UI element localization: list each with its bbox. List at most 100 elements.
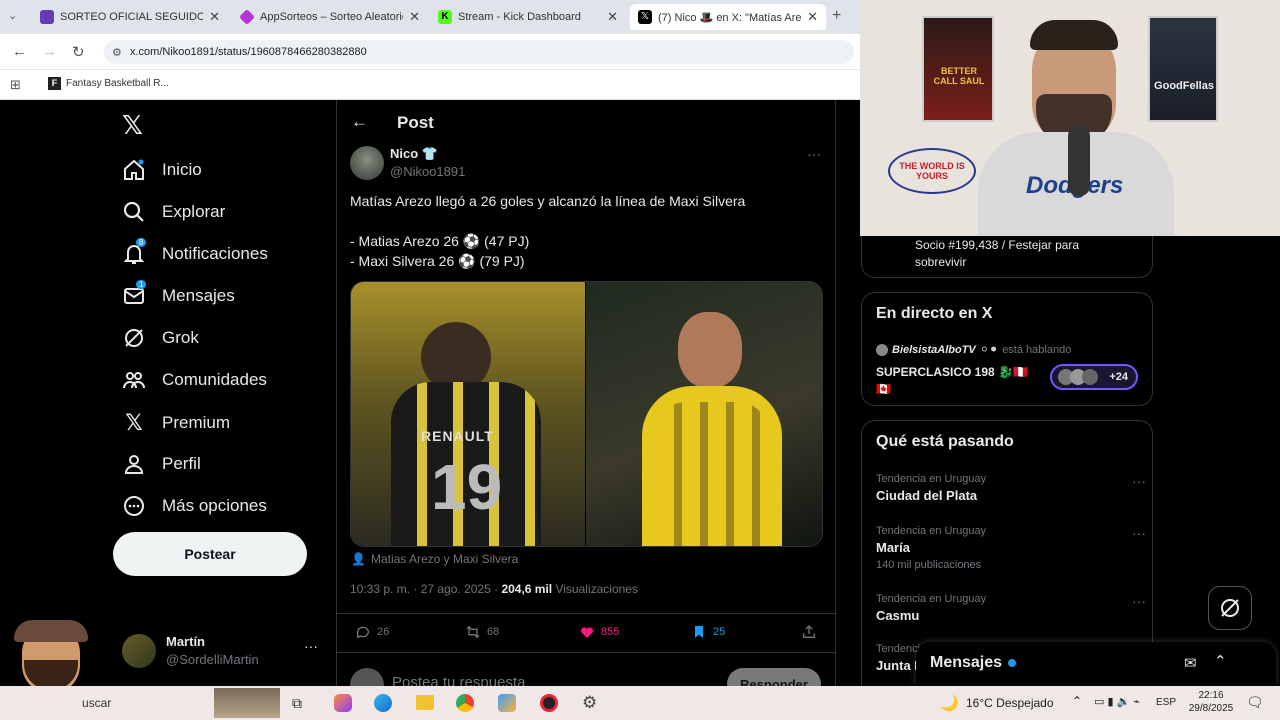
avatar <box>350 668 384 686</box>
url-field[interactable]: ⚙ x.com/Nikoo1891/status/196087846628038… <box>104 40 854 64</box>
post-image[interactable]: RENAULT 19 <box>350 281 823 547</box>
bookmark-button[interactable]: 25 <box>691 624 725 640</box>
profile-card: Socio #199,438 / Festejar para sobrevivi… <box>861 236 1153 278</box>
author-handle[interactable]: @Nikoo1891 <box>390 164 465 179</box>
heart-filled-icon <box>581 627 593 638</box>
grok-icon <box>1221 599 1239 617</box>
repost-button[interactable]: 68 <box>465 624 499 640</box>
grok-floating-button[interactable] <box>1208 586 1252 630</box>
x-logo-icon[interactable]: 𝕏 <box>122 110 143 141</box>
tab-list-icon[interactable]: ⌄ <box>8 9 17 22</box>
nav-item-explorar[interactable]: Explorar <box>122 200 225 224</box>
reply-input[interactable]: Postea tu respuesta <box>392 674 525 686</box>
close-icon[interactable]: ✕ <box>807 9 818 25</box>
taskbar-search[interactable]: uscar <box>82 696 111 710</box>
more-icon[interactable]: ··· <box>304 638 318 654</box>
clock[interactable]: 22:16 29/8/2025 <box>1186 689 1236 715</box>
like-button[interactable]: 855 <box>579 624 619 640</box>
weather-text[interactable]: 16°C Despejado <box>966 696 1054 710</box>
obs-icon[interactable] <box>540 694 558 712</box>
task-view-icon[interactable]: ⧉ <box>292 695 302 712</box>
post-timestamp[interactable]: 10:33 p. m. · 27 ago. 2025 · <box>350 582 501 596</box>
x-icon: 𝕏 <box>638 10 652 24</box>
nav-item-perfil[interactable]: Perfil <box>122 452 201 476</box>
bookmark-filled-icon <box>695 626 703 638</box>
home-icon <box>124 159 144 180</box>
fantasy-icon: F <box>48 77 61 90</box>
profile-bio: Socio #199,438 / Festejar para sobrevivi… <box>915 238 1080 269</box>
language-indicator[interactable]: ESP <box>1156 697 1176 708</box>
status-dots-icon: ⚪⚫ <box>979 344 999 356</box>
bookmarks-bar: ⊞ F Fantasy Basketball R... <box>0 70 860 100</box>
account-switcher[interactable]: Martín @SordelliMartin ··· <box>122 632 322 668</box>
nav-item-mensajes[interactable]: 1 Mensajes <box>122 280 235 308</box>
nav-item-mas-opciones[interactable]: Más opciones <box>122 494 267 518</box>
reload-icon[interactable]: ↻ <box>72 43 85 61</box>
author-avatar[interactable] <box>350 146 384 180</box>
close-icon[interactable]: ✕ <box>607 9 618 25</box>
app-icon[interactable] <box>498 694 516 712</box>
reply-submit-button[interactable]: Responder <box>727 668 821 686</box>
notification-center-icon[interactable]: 🗨 <box>1246 694 1264 711</box>
new-tab-icon[interactable]: + <box>832 7 841 25</box>
post-text-line: - Matias Arezo 26 ⚽ (47 PJ) <box>350 233 530 249</box>
post-text-line: Matías Arezo llegó a 26 goles y alcanzó … <box>350 193 746 209</box>
live-host-row[interactable]: BielsistaAlboTV ⚪⚫ está hablando <box>876 343 1071 356</box>
views-count: 204,6 mil <box>501 582 553 596</box>
more-icon[interactable]: ··· <box>1132 525 1146 541</box>
trends-title: Qué está pasando <box>876 433 1014 450</box>
tagged-people[interactable]: 👤 Matias Arezo y Maxi Silvera <box>351 552 518 566</box>
copilot-icon[interactable] <box>334 694 352 712</box>
post-text-line: - Maxi Silvera 26 ⚽ (79 PJ) <box>350 253 525 269</box>
weather-icon: 🌙 <box>940 695 959 712</box>
more-icon[interactable]: ··· <box>1132 473 1146 489</box>
nav-item-premium[interactable]: 𝕏 Premium <box>122 410 230 436</box>
new-message-icon[interactable]: ✉ <box>1184 654 1197 672</box>
author-name[interactable]: Nico 👕 <box>390 146 438 162</box>
share-button[interactable] <box>801 624 823 640</box>
edge-icon[interactable] <box>374 694 392 712</box>
webcam-overlay: BETTER CALL SAUL GoodFellas THE WORLD IS… <box>860 0 1280 236</box>
post-column: ← Post Nico 👕 @Nikoo1891 ··· Matías Arez… <box>336 100 837 686</box>
space-title[interactable]: SUPERCLASICO 198 🐉🇵🇪 <box>876 365 1028 379</box>
jersey-sponsor-text: RENAULT <box>421 428 494 444</box>
expand-icon[interactable]: ⌃ <box>1214 652 1227 670</box>
close-icon[interactable]: ✕ <box>409 9 420 25</box>
tray-icons[interactable]: ▭ ▮ 🔉 ⌁ <box>1094 695 1140 708</box>
nav-item-grok[interactable]: Grok <box>122 326 199 350</box>
browser-tab-bar: ⌄ SORTEO OFICIAL SEGUIDORES ✕ AppSorteos… <box>0 0 860 34</box>
nav-item-inicio[interactable]: Inicio <box>122 158 202 182</box>
browser-tab-kick[interactable]: K Stream - Kick Dashboard ✕ <box>430 4 626 30</box>
site-info-icon[interactable]: ⚙ <box>112 46 122 59</box>
apps-grid-icon[interactable]: ⊞ <box>10 77 21 93</box>
trend-item[interactable]: Tendencia en Uruguay Casmu ··· <box>876 593 1146 623</box>
browser-tab-x[interactable]: 𝕏 (7) Nico 🎩 en X: "Matías Arezo ✕ <box>630 4 826 30</box>
live-card: En directo en X BielsistaAlboTV ⚪⚫ está … <box>861 292 1153 406</box>
trend-item[interactable]: Tendencia en Uruguay Ciudad del Plata ··… <box>876 473 1146 503</box>
post-button[interactable]: Postear <box>113 532 307 576</box>
account-handle: @SordelliMartin <box>166 652 259 667</box>
bookmark-fantasy[interactable]: F Fantasy Basketball R... <box>48 77 169 90</box>
close-icon[interactable]: ✕ <box>209 9 220 25</box>
back-icon[interactable]: ← <box>12 43 27 60</box>
messages-drawer[interactable]: Mensajes ✉ ⌃ <box>916 642 1276 686</box>
reply-button[interactable]: 26 <box>355 624 389 640</box>
people-icon <box>123 372 145 389</box>
poster-right: GoodFellas <box>1148 16 1218 122</box>
settings-gear-icon[interactable]: ⚙ <box>582 693 597 713</box>
more-circle-icon <box>124 496 144 516</box>
nav-item-notificaciones[interactable]: 8 Notificaciones <box>122 238 268 266</box>
chrome-icon[interactable] <box>456 694 474 712</box>
more-icon[interactable]: ··· <box>807 146 821 162</box>
listeners-badge[interactable]: +24 <box>1050 364 1138 390</box>
forward-icon[interactable]: → <box>42 43 57 60</box>
browser-tab-appsorteos[interactable]: AppSorteos – Sorteo Aleatorio ✕ <box>232 4 428 30</box>
player-photo-right <box>586 282 822 546</box>
back-arrow-icon[interactable]: ← <box>351 112 368 132</box>
nav-item-comunidades[interactable]: Comunidades <box>122 368 267 392</box>
trend-item[interactable]: Tendencia en Uruguay María 140 mil publi… <box>876 525 1146 571</box>
browser-tab-sorteo[interactable]: SORTEO OFICIAL SEGUIDORES ✕ <box>32 4 228 30</box>
folder-icon[interactable] <box>416 695 434 710</box>
chevron-up-icon[interactable]: ⌃ <box>1072 694 1082 708</box>
more-icon[interactable]: ··· <box>1132 593 1146 609</box>
